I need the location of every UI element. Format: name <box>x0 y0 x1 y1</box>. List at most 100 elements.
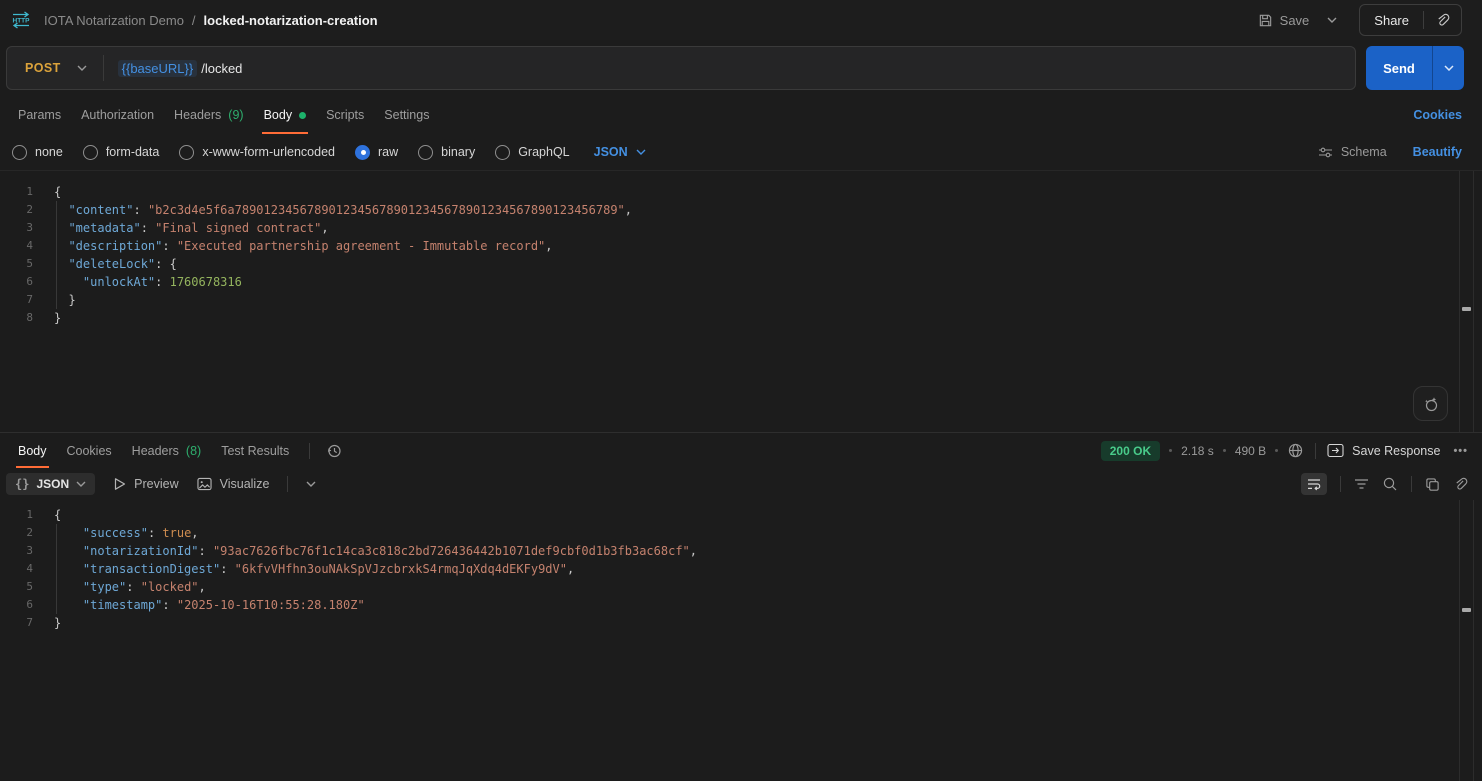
body-type-none-label: none <box>35 145 63 159</box>
line-number: 4 <box>0 237 44 255</box>
breadcrumb-collection[interactable]: IOTA Notarization Demo <box>44 13 184 28</box>
response-body-editor[interactable]: 1{2 "success": true,3 "notarizationId": … <box>0 500 1482 781</box>
tab-settings[interactable]: Settings <box>374 96 439 134</box>
response-time[interactable]: 2.18 s <box>1181 444 1214 458</box>
body-type-raw[interactable]: raw <box>355 145 398 160</box>
code-line: 4 "description": "Executed partnership a… <box>0 237 1482 255</box>
response-tab-cookies[interactable]: Cookies <box>57 433 122 468</box>
line-number: 8 <box>0 309 44 327</box>
network-globe-icon[interactable] <box>1287 442 1304 459</box>
tab-body[interactable]: Body <box>254 96 317 134</box>
tab-authorization[interactable]: Authorization <box>71 96 164 134</box>
indent-guide <box>56 596 57 614</box>
preview-button[interactable]: Preview <box>113 477 178 491</box>
response-tab-test-results[interactable]: Test Results <box>211 433 299 468</box>
cookies-link[interactable]: Cookies <box>1413 96 1462 134</box>
request-url-row: POST {{baseURL}} /locked Send <box>0 40 1482 96</box>
tab-params[interactable]: Params <box>8 96 71 134</box>
share-button[interactable]: Share <box>1360 13 1423 28</box>
header-bar: HTTP IOTA Notarization Demo / locked-not… <box>0 0 1482 40</box>
svg-text:HTTP: HTTP <box>13 18 31 25</box>
response-body-code: 1{2 "success": true,3 "notarizationId": … <box>0 506 1482 632</box>
send-button[interactable]: Send <box>1366 46 1432 90</box>
header-actions: Save Share <box>1258 4 1462 36</box>
response-tab-headers[interactable]: Headers(8) <box>122 433 212 468</box>
body-type-urlencoded[interactable]: x-www-form-urlencoded <box>179 145 335 160</box>
code-line: 3 "notarizationId": "93ac7626fbc76f1c14c… <box>0 542 1482 560</box>
save-response-button[interactable]: Save Response <box>1327 443 1440 458</box>
search-icon[interactable] <box>1382 476 1398 492</box>
code-text: "content": "b2c3d4e5f6a78901234567890123… <box>54 201 632 219</box>
scrollbar-thumb[interactable] <box>1462 307 1471 311</box>
code-line: 8} <box>0 309 1482 327</box>
scrollbar-thumb[interactable] <box>1462 608 1471 612</box>
body-type-graphql[interactable]: GraphQL <box>495 145 569 160</box>
response-history-icon[interactable] <box>320 433 348 468</box>
line-number: 2 <box>0 201 44 219</box>
code-line: 4 "transactionDigest": "6kfvVHfhn3ouNAkS… <box>0 560 1482 578</box>
body-type-form-data[interactable]: form-data <box>83 145 160 160</box>
raw-format-selector[interactable]: JSON <box>594 145 646 159</box>
wrap-text-button[interactable] <box>1301 473 1327 495</box>
link-icon[interactable] <box>1453 477 1468 492</box>
line-number: 1 <box>0 183 44 201</box>
body-type-binary[interactable]: binary <box>418 145 475 160</box>
response-editor-scrollbar[interactable] <box>1459 500 1474 781</box>
request-body-code: 1 {2 "content": "b2c3d4e5f6a7890123456789… <box>0 183 1482 327</box>
url-variable: {{baseURL}} <box>118 60 198 77</box>
copy-icon[interactable] <box>1425 477 1440 492</box>
tab-scripts-label: Scripts <box>326 108 364 122</box>
code-line: 5 "deleteLock": { <box>0 255 1482 273</box>
schema-button[interactable]: Schema <box>1318 145 1387 159</box>
response-size[interactable]: 490 B <box>1235 444 1266 458</box>
beautify-button[interactable]: Beautify <box>1413 145 1462 159</box>
indent-guide <box>56 291 57 309</box>
code-line: 6 "unlockAt": 1760678316 <box>0 273 1482 291</box>
breadcrumb-request-name[interactable]: locked-notarization-creation <box>204 13 378 28</box>
response-tabs-divider <box>309 443 310 459</box>
save-options-chevron-icon[interactable] <box>1323 13 1341 27</box>
radio-icon <box>495 145 510 160</box>
request-tabs: Params Authorization Headers(9) Body Scr… <box>0 96 1482 134</box>
response-tabs: Body Cookies Headers(8) Test Results 200… <box>0 432 1482 468</box>
body-type-raw-label: raw <box>378 145 398 159</box>
body-type-form-data-label: form-data <box>106 145 160 159</box>
toolbar-more-chevron-icon[interactable] <box>306 481 316 487</box>
response-format-selector[interactable]: {} JSON <box>6 473 95 495</box>
visualize-button[interactable]: Visualize <box>197 477 270 491</box>
url-input[interactable]: {{baseURL}} /locked <box>118 60 243 77</box>
meta-dot <box>1169 449 1172 452</box>
meta-dot <box>1275 449 1278 452</box>
radio-icon <box>83 145 98 160</box>
radio-icon <box>418 145 433 160</box>
body-type-none[interactable]: none <box>12 145 63 160</box>
code-line: 3 "metadata": "Final signed contract", <box>0 219 1482 237</box>
postbot-ai-button[interactable] <box>1413 386 1448 421</box>
response-more-options-icon[interactable]: ••• <box>1453 445 1468 457</box>
response-format-chevron-icon <box>76 481 86 487</box>
status-badge[interactable]: 200 OK <box>1101 441 1160 461</box>
response-format-label: JSON <box>36 477 69 491</box>
code-text: { <box>54 183 61 201</box>
indent-guide <box>56 255 57 273</box>
send-button-group: Send <box>1366 46 1464 90</box>
save-label: Save <box>1280 13 1310 28</box>
body-type-urlencoded-label: x-www-form-urlencoded <box>202 145 335 159</box>
tab-authorization-label: Authorization <box>81 108 154 122</box>
response-tab-cookies-label: Cookies <box>67 444 112 458</box>
save-button[interactable]: Save <box>1258 13 1310 28</box>
tab-scripts[interactable]: Scripts <box>316 96 374 134</box>
request-editor-scrollbar[interactable] <box>1459 171 1474 432</box>
method-selector[interactable]: POST <box>7 61 103 75</box>
tab-headers[interactable]: Headers(9) <box>164 96 254 134</box>
indent-guide <box>56 542 57 560</box>
radio-icon <box>179 145 194 160</box>
copy-link-icon[interactable] <box>1424 13 1461 28</box>
save-response-icon <box>1327 443 1344 458</box>
response-tab-body[interactable]: Body <box>8 433 57 468</box>
send-options-chevron-icon[interactable] <box>1432 46 1464 90</box>
code-text: } <box>54 309 61 327</box>
code-text: "type": "locked", <box>54 578 206 596</box>
request-body-editor[interactable]: 1 {2 "content": "b2c3d4e5f6a7890123456789… <box>0 170 1482 432</box>
filter-icon[interactable] <box>1354 478 1369 490</box>
